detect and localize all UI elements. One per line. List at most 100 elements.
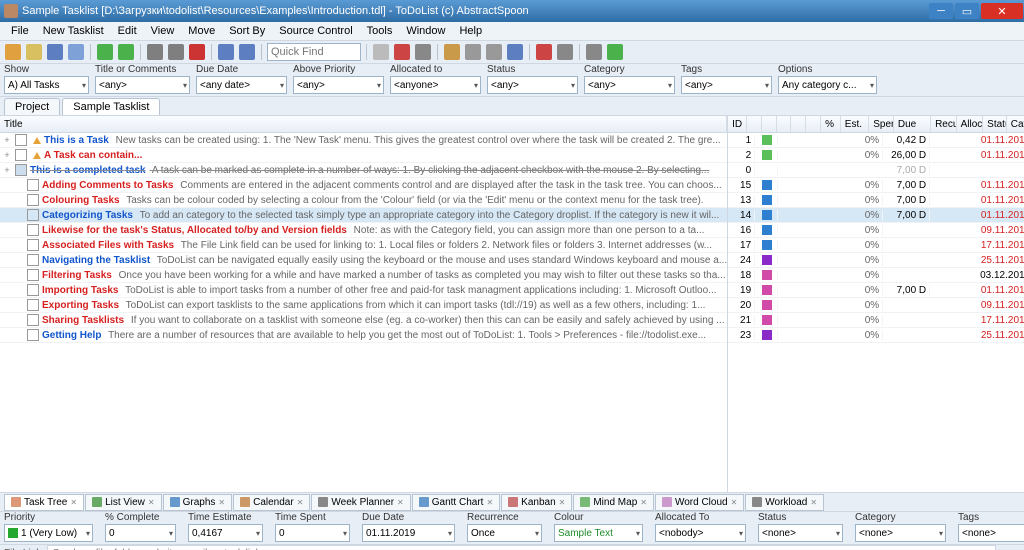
- task-row[interactable]: Exporting Tasks ToDoList can export task…: [0, 298, 727, 313]
- maximize-button[interactable]: ▭: [955, 3, 979, 19]
- task-detail-row[interactable]: 150%7,00 D01.11.2019: [728, 178, 1024, 193]
- menu-view[interactable]: View: [144, 24, 182, 38]
- menu-tools[interactable]: Tools: [360, 24, 400, 38]
- cancel-find-icon[interactable]: [394, 44, 410, 60]
- task-row[interactable]: Navigating the Tasklist ToDoList can be …: [0, 253, 727, 268]
- task-detail-row[interactable]: 160%09.11.2019: [728, 223, 1024, 238]
- task-checkbox[interactable]: [15, 134, 27, 146]
- help-icon[interactable]: [607, 44, 623, 60]
- task-detail-row[interactable]: 130%7,00 D01.11.2019: [728, 193, 1024, 208]
- quick-find-input[interactable]: [267, 43, 361, 61]
- col-blank[interactable]: [806, 116, 821, 132]
- close-view-icon[interactable]: ✕: [148, 498, 155, 507]
- view-tab-gantt-chart[interactable]: Gantt Chart✕: [412, 494, 500, 511]
- field-spent[interactable]: 0: [275, 524, 350, 542]
- task-checkbox[interactable]: [27, 269, 39, 281]
- task-checkbox[interactable]: [27, 194, 39, 206]
- task-checkbox[interactable]: [27, 224, 39, 236]
- close-view-icon[interactable]: ✕: [218, 498, 225, 507]
- task-row[interactable]: Colouring Tasks Tasks can be colour code…: [0, 193, 727, 208]
- task-row[interactable]: +This is a completed task A task can be …: [0, 163, 727, 178]
- task-detail-row[interactable]: 10%0,42 D01.11.2019: [728, 133, 1024, 148]
- field-tags[interactable]: <none>: [958, 524, 1024, 542]
- file-link-input[interactable]: [47, 545, 996, 550]
- redo-icon[interactable]: [239, 44, 255, 60]
- view-tab-calendar[interactable]: Calendar✕: [233, 494, 310, 511]
- task-checkbox[interactable]: [27, 254, 39, 266]
- task-checkbox[interactable]: [27, 284, 39, 296]
- task-checkbox[interactable]: [27, 179, 39, 191]
- task-checkbox[interactable]: [27, 299, 39, 311]
- menu-new-tasklist[interactable]: New Tasklist: [36, 24, 111, 38]
- delete-icon[interactable]: [189, 44, 205, 60]
- close-view-icon[interactable]: ✕: [559, 498, 566, 507]
- menu-edit[interactable]: Edit: [111, 24, 144, 38]
- filter-title[interactable]: <any>: [95, 76, 190, 94]
- col-title[interactable]: Title: [0, 116, 727, 132]
- task-row[interactable]: Sharing Tasklists If you want to collabo…: [0, 313, 727, 328]
- view-tab-week-planner[interactable]: Week Planner✕: [311, 494, 410, 511]
- sort-icon[interactable]: [415, 44, 431, 60]
- filter-show[interactable]: A) All Tasks: [4, 76, 89, 94]
- options-icon[interactable]: [586, 44, 602, 60]
- clock-icon[interactable]: [168, 44, 184, 60]
- close-view-icon[interactable]: ✕: [70, 498, 77, 507]
- open-icon[interactable]: [26, 44, 42, 60]
- task-row[interactable]: Associated Files with Tasks The File Lin…: [0, 238, 727, 253]
- col-due[interactable]: Due: [894, 116, 931, 132]
- field-due[interactable]: 01.11.2019: [362, 524, 455, 542]
- task-detail-row[interactable]: 140%7,00 D01.11.2019: [728, 208, 1024, 223]
- view-tab-graphs[interactable]: Graphs✕: [163, 494, 233, 511]
- field-colour[interactable]: Sample Text: [554, 524, 643, 542]
- col-pct[interactable]: %: [821, 116, 841, 132]
- menu-help[interactable]: Help: [452, 24, 489, 38]
- col-blank[interactable]: [747, 116, 762, 132]
- task-checkbox[interactable]: [27, 209, 39, 221]
- expand-icon[interactable]: +: [2, 150, 12, 160]
- tab-project[interactable]: Project: [4, 98, 60, 115]
- col-id[interactable]: ID: [728, 116, 747, 132]
- task-detail-row[interactable]: 200%09.11.2019: [728, 298, 1024, 313]
- field-alloc[interactable]: <nobody>: [655, 524, 746, 542]
- close-view-icon[interactable]: ✕: [297, 498, 304, 507]
- field-status[interactable]: <none>: [758, 524, 843, 542]
- task-row[interactable]: Filtering Tasks Once you have been worki…: [0, 268, 727, 283]
- column-icon[interactable]: [444, 44, 460, 60]
- task-checkbox[interactable]: [27, 314, 39, 326]
- flag-icon[interactable]: [536, 44, 552, 60]
- new-subtask-icon[interactable]: [118, 44, 134, 60]
- task-detail-row[interactable]: 170%17.11.2019: [728, 238, 1024, 253]
- task-detail-row[interactable]: 230%25.11.2019: [728, 328, 1024, 343]
- close-view-icon[interactable]: ✕: [731, 498, 738, 507]
- toggle-icon[interactable]: [465, 44, 481, 60]
- filter-tags[interactable]: <any>: [681, 76, 772, 94]
- task-row[interactable]: Getting Help There are a number of resou…: [0, 328, 727, 343]
- task-detail-row[interactable]: 07,00 D: [728, 163, 1024, 178]
- new-tasklist-icon[interactable]: [5, 44, 21, 60]
- col-alloc[interactable]: Alloc To: [957, 116, 984, 132]
- save-icon[interactable]: [47, 44, 63, 60]
- col-blank[interactable]: [777, 116, 792, 132]
- task-detail-row[interactable]: 240%25.11.2019: [728, 253, 1024, 268]
- task-checkbox[interactable]: [15, 164, 27, 176]
- edit-icon[interactable]: [147, 44, 163, 60]
- close-view-icon[interactable]: ✕: [640, 498, 647, 507]
- timer-icon[interactable]: [557, 44, 573, 60]
- task-row[interactable]: Adding Comments to Tasks Comments are en…: [0, 178, 727, 193]
- close-view-icon[interactable]: ✕: [397, 498, 404, 507]
- view-tab-word-cloud[interactable]: Word Cloud✕: [655, 494, 744, 511]
- task-detail-row[interactable]: 180%03.12.2019: [728, 268, 1024, 283]
- field-priority[interactable]: 1 (Very Low): [4, 524, 93, 542]
- expand-icon[interactable]: +: [2, 165, 12, 175]
- menu-sort-by[interactable]: Sort By: [222, 24, 272, 38]
- find-icon[interactable]: [373, 44, 389, 60]
- view-tab-list-view[interactable]: List View✕: [85, 494, 162, 511]
- menu-source-control[interactable]: Source Control: [272, 24, 359, 38]
- view-tab-mind-map[interactable]: Mind Map✕: [573, 494, 654, 511]
- task-checkbox[interactable]: [27, 239, 39, 251]
- task-row[interactable]: Importing Tasks ToDoList is able to impo…: [0, 283, 727, 298]
- view-tab-kanban[interactable]: Kanban✕: [501, 494, 572, 511]
- field-recur[interactable]: Once: [467, 524, 542, 542]
- tab-sample-tasklist[interactable]: Sample Tasklist: [62, 98, 160, 115]
- task-row[interactable]: Likewise for the task's Status, Allocate…: [0, 223, 727, 238]
